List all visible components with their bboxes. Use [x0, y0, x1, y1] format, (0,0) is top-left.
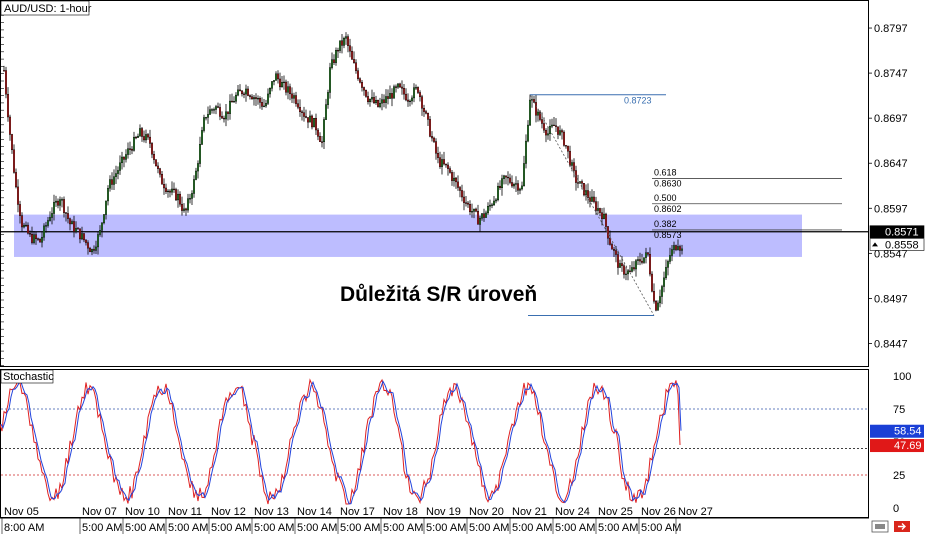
fib-high-label: 0.8723	[624, 96, 652, 106]
candle	[311, 114, 314, 130]
stochastic-title: Stochastic	[3, 371, 54, 383]
price-tick-label: 0.8447	[874, 338, 908, 350]
time-label: 5:00 AM	[125, 522, 165, 534]
sr-zone	[14, 214, 802, 257]
candle	[102, 214, 105, 225]
time-label: 5:00 AM	[383, 522, 423, 534]
time-label: 5:00 AM	[82, 522, 122, 534]
time-label: 5:00 AM	[254, 522, 294, 534]
time-label: 5:00 AM	[555, 522, 595, 534]
sr-price-badge: 0.8571	[869, 225, 925, 239]
fib-price-label: 0.8630	[654, 179, 682, 189]
candle	[154, 159, 157, 167]
fib-ratio-label: 0.500	[654, 193, 677, 203]
price-tick-label: 0.8647	[874, 158, 908, 170]
date-label: Nov 13	[254, 506, 289, 518]
date-label: Nov 17	[340, 506, 375, 518]
time-label: 5:00 AM	[340, 522, 380, 534]
date-label: Nov 12	[211, 506, 246, 518]
time-label: 5:00 AM	[426, 522, 466, 534]
stochastic-tick-label: 100	[893, 371, 911, 383]
date-label: Nov 14	[297, 506, 332, 518]
date-label: Nov 27	[678, 506, 713, 518]
time-label: 5:00 AM	[168, 522, 208, 534]
stochastic-value-badge: 58.54	[870, 424, 924, 438]
price-tick-label: 0.8797	[874, 23, 908, 35]
chart-title: AUD/USD: 1-hour	[4, 3, 92, 15]
date-label: Nov 21	[512, 506, 547, 518]
candle	[393, 84, 396, 99]
time-label: 5:00 AM	[297, 522, 337, 534]
price-tick-label: 0.8747	[874, 68, 908, 80]
close-arrow-icon[interactable]	[894, 521, 910, 532]
time-label: 5:00 AM	[598, 522, 638, 534]
stochastic-value-badge: 47.69	[870, 439, 924, 453]
candle	[202, 114, 205, 133]
candle	[4, 66, 7, 99]
stochastic-axis: 100755025058.5447.69	[870, 371, 924, 515]
date-label: Nov 26	[641, 506, 676, 518]
time-label: 5:00 AM	[211, 522, 251, 534]
date-label: Nov 07	[82, 506, 117, 518]
time-label: 5:00 AM	[641, 522, 681, 534]
date-label: Nov 24	[555, 506, 590, 518]
candle	[651, 271, 654, 293]
date-label: Nov 10	[125, 506, 160, 518]
candle	[39, 238, 42, 243]
fib-price-label: 0.8573	[654, 230, 682, 240]
price-tick-label: 0.8497	[874, 293, 908, 305]
date-label: Nov 18	[383, 506, 418, 518]
stochastic-tick-label: 0	[893, 503, 899, 515]
time-label: 5:00 AM	[469, 522, 509, 534]
svg-text:58.54: 58.54	[894, 426, 922, 438]
svg-text:0.8558: 0.8558	[885, 239, 919, 251]
svg-text:47.69: 47.69	[894, 440, 922, 452]
candle	[365, 89, 368, 98]
stochastic-tick-label: 75	[893, 404, 905, 416]
svg-text:0.8571: 0.8571	[885, 227, 919, 239]
date-label: Nov 11	[168, 506, 202, 518]
candle	[539, 110, 542, 122]
stochastic-tick-label: 25	[893, 470, 905, 482]
price-tick-label: 0.8597	[874, 203, 908, 215]
date-label: Nov 05	[4, 506, 39, 518]
last-price-badge: 0.8558	[869, 238, 925, 251]
time-label: 5:00 AM	[512, 522, 552, 534]
sr-annotation: Důležitá S/R úroveň	[340, 283, 537, 306]
candle	[313, 117, 316, 128]
fib-price-label: 0.8602	[654, 204, 682, 214]
fib-ratio-label: 0.382	[654, 219, 677, 229]
fib-ratio-label: 0.618	[654, 168, 677, 178]
chart: 0.87230.6180.86300.5000.86020.3820.8573 …	[0, 0, 925, 534]
price-panel	[0, 0, 869, 367]
date-label: Nov 19	[426, 506, 461, 518]
candle	[563, 130, 566, 147]
time-label: 8:00 AM	[4, 522, 44, 534]
sr-zone-layer	[1, 214, 868, 257]
date-label: Nov 25	[598, 506, 633, 518]
candle	[655, 299, 658, 312]
candle	[377, 99, 380, 108]
scroll-icon[interactable]	[871, 520, 889, 533]
price-tick-label: 0.8697	[874, 113, 908, 125]
date-label: Nov 20	[469, 506, 504, 518]
candle	[174, 187, 177, 202]
